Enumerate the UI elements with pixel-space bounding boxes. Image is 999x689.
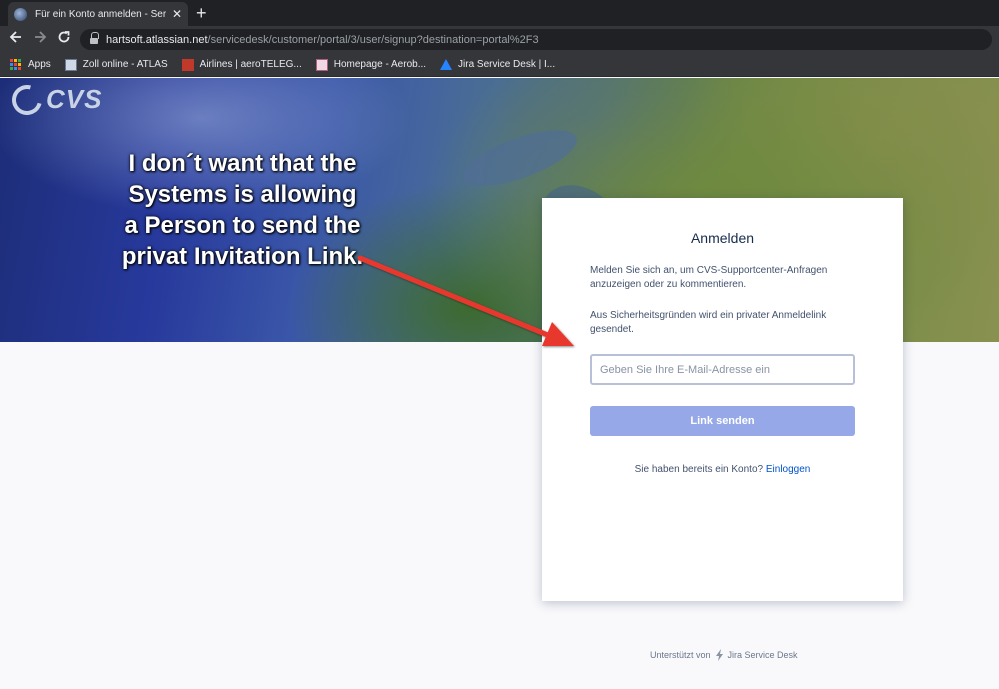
email-input[interactable] — [590, 354, 855, 385]
bookmark-airlines[interactable]: Airlines | aeroTELEG... — [181, 58, 302, 71]
jira-bolt-icon — [715, 649, 723, 661]
jira-service-desk-link[interactable]: Jira Service Desk — [728, 650, 798, 660]
login-link[interactable]: Einloggen — [766, 464, 810, 475]
airlines-favicon-icon — [181, 58, 194, 71]
apps-grid-icon — [10, 58, 22, 71]
tab-close-icon[interactable]: ✕ — [172, 7, 182, 21]
homepage-favicon-icon — [315, 58, 328, 71]
bookmark-homepage[interactable]: Homepage - Aerob... — [315, 58, 427, 71]
new-tab-button[interactable]: + — [196, 3, 207, 23]
annotation-text: I don´t want that the Systems is allowin… — [121, 150, 364, 270]
cvs-globe-icon — [6, 79, 48, 120]
cvs-logo[interactable]: CVS — [6, 79, 103, 120]
jira-favicon-icon — [440, 59, 453, 70]
powered-by-footer: Unterstützt von Jira Service Desk — [650, 649, 798, 661]
bookmark-label: Airlines | aeroTELEG... — [199, 59, 302, 70]
login-card: Anmelden Melden Sie sich an, um CVS-Supp… — [542, 198, 903, 601]
logo-text: CVS — [46, 84, 103, 114]
url-path: /servicedesk/customer/portal/3/user/sign… — [207, 33, 539, 46]
forward-arrow-icon[interactable] — [31, 30, 49, 48]
bookmark-label: Homepage - Aerob... — [333, 59, 427, 70]
url-host: hartsoft.atlassian.net — [106, 33, 208, 46]
bookmark-label: Zoll online - ATLAS — [82, 59, 168, 70]
bookmark-jira[interactable]: Jira Service Desk | I... — [440, 59, 555, 70]
bookmarks-bar: Apps Zoll online - ATLAS Airlines | aero… — [0, 53, 999, 77]
have-account-text: Sie haben bereits ein Konto? — [634, 464, 764, 475]
powered-by-text: Unterstützt von — [650, 650, 711, 660]
bookmark-label: Apps — [28, 59, 51, 70]
reload-icon[interactable] — [55, 30, 73, 48]
browser-toolbar: hartsoft.atlassian.net/servicedesk/custo… — [0, 26, 999, 53]
bookmark-zoll[interactable]: Zoll online - ATLAS — [64, 58, 168, 71]
security-note: Aus Sicherheitsgründen wird ein privater… — [590, 310, 827, 335]
bookmark-label: Jira Service Desk | I... — [458, 59, 556, 70]
browser-tab-strip: Für ein Konto anmelden - Service Desk ✕ … — [0, 0, 999, 26]
card-description: Melden Sie sich an, um CVS-Supportcenter… — [590, 265, 828, 290]
cvs-favicon-icon — [14, 7, 27, 21]
send-link-button[interactable]: Link senden — [590, 406, 855, 436]
login-prompt: Sie haben bereits ein Konto? Einloggen — [542, 464, 903, 475]
bookmark-apps[interactable]: Apps — [10, 58, 51, 71]
url-text: hartsoft.atlassian.net/servicedesk/custo… — [106, 34, 539, 46]
address-bar[interactable]: hartsoft.atlassian.net/servicedesk/custo… — [80, 29, 992, 50]
card-title: Anmelden — [690, 230, 755, 246]
back-arrow-icon[interactable] — [7, 30, 25, 48]
browser-tab-active[interactable]: Für ein Konto anmelden - Service Desk ✕ — [8, 2, 188, 26]
tab-title: Für ein Konto anmelden - Service Desk — [35, 8, 166, 20]
zoll-favicon-icon — [64, 58, 77, 71]
lock-icon[interactable] — [90, 32, 99, 44]
